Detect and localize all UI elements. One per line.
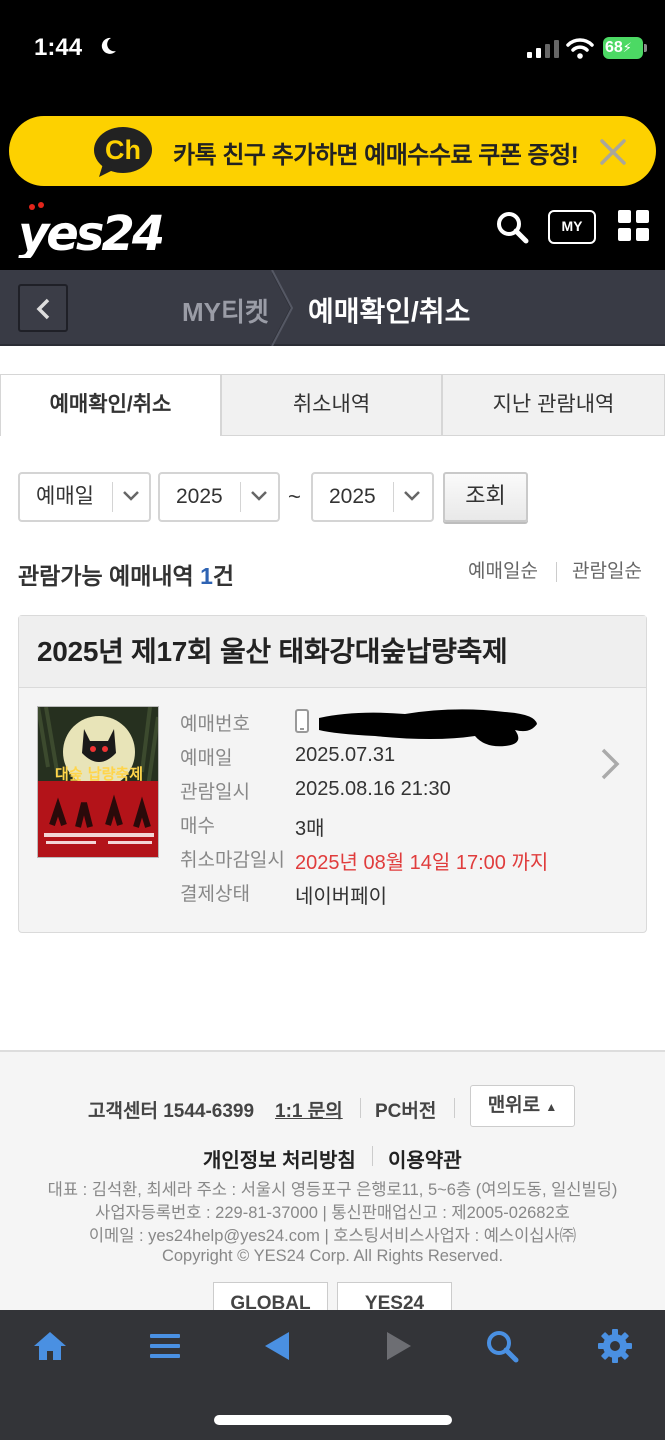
my-page-button[interactable]: MY bbox=[548, 210, 596, 244]
chevron-down-icon bbox=[123, 491, 139, 501]
back-arrow-icon[interactable] bbox=[259, 1328, 295, 1364]
moon-icon bbox=[101, 37, 116, 54]
kakao-banner-text: 카톡 친구 추가하면 예매수수료 쿠폰 증정! bbox=[173, 142, 579, 169]
sort-by-show[interactable]: 관람일순 bbox=[572, 556, 642, 583]
booking-date-value: 2025.07.31 bbox=[295, 744, 396, 766]
redaction-mark bbox=[319, 709, 537, 747]
tab-booking-check[interactable]: 예매확인/취소 bbox=[0, 374, 221, 436]
date-type-value: 예매일 bbox=[36, 485, 94, 508]
breadcrumb-separator bbox=[270, 270, 294, 346]
kakao-banner[interactable]: Ch 카톡 친구 추가하면 예매수수료 쿠폰 증정! bbox=[9, 116, 656, 186]
home-icon[interactable] bbox=[32, 1328, 68, 1364]
battery-tip bbox=[644, 44, 647, 52]
breadcrumb: MY티켓 예매확인/취소 bbox=[0, 270, 665, 346]
svg-text:Ch: Ch bbox=[105, 135, 141, 165]
year-to-select[interactable]: 2025 bbox=[311, 472, 434, 522]
booking-card[interactable]: 2025년 제17회 울산 태화강대숲납량축제 대숲 납량축제 예매번호 예매일… bbox=[18, 615, 647, 933]
mobile-ticket-icon bbox=[295, 709, 309, 733]
cancel-deadline-label: 취소마감일시 bbox=[180, 850, 285, 871]
tab-past-history[interactable]: 지난 관람내역 bbox=[442, 374, 665, 436]
show-datetime-label: 관람일시 bbox=[180, 782, 250, 803]
year-from-select[interactable]: 2025 bbox=[158, 472, 280, 522]
wifi-icon bbox=[566, 38, 594, 59]
site-header: Ch 카톡 친구 추가하면 예매수수료 쿠폰 증정! yes24 MY bbox=[0, 100, 665, 270]
ticket-count-value: 3매 bbox=[295, 818, 325, 840]
back-button[interactable] bbox=[18, 284, 68, 332]
settings-gear-icon[interactable] bbox=[597, 1328, 633, 1364]
booking-count: 관람가능 예매내역 1건 bbox=[18, 563, 235, 589]
year-from-value: 2025 bbox=[176, 485, 223, 508]
sort-by-booking[interactable]: 예매일순 bbox=[468, 556, 538, 583]
event-poster: 대숲 납량축제 bbox=[37, 706, 159, 858]
signal-icon bbox=[527, 40, 559, 58]
company-info-3: 이메일 : yes24help@yes24.com | 호스팅서비스사업자 : … bbox=[88, 1227, 577, 1245]
breadcrumb-parent[interactable]: MY티켓 bbox=[182, 292, 269, 329]
cancel-deadline-value: 2025년 08월 14일 17:00 까지 bbox=[295, 852, 549, 874]
yes24-button[interactable]: YES24 bbox=[337, 1282, 452, 1312]
year-to-value: 2025 bbox=[329, 485, 376, 508]
forward-arrow-icon[interactable] bbox=[381, 1328, 417, 1364]
company-info-2: 사업자등록번호 : 229-81-37000 | 통신판매업신고 : 제2005… bbox=[95, 1204, 570, 1222]
terms-link[interactable]: 이용약관 bbox=[388, 1144, 462, 1173]
chevron-left-icon bbox=[36, 298, 50, 320]
scroll-top-button[interactable]: 맨위로 ▲ bbox=[470, 1085, 575, 1127]
copyright: Copyright © YES24 Corp. All Rights Reser… bbox=[161, 1247, 504, 1265]
search-icon[interactable] bbox=[484, 1328, 520, 1364]
chevron-down-icon bbox=[404, 491, 420, 501]
home-indicator bbox=[214, 1415, 452, 1425]
kakao-channel-icon: Ch bbox=[94, 127, 152, 177]
svg-text:yes24: yes24 bbox=[18, 206, 162, 258]
privacy-policy-link[interactable]: 개인정보 처리방침 bbox=[203, 1144, 356, 1173]
tab-cancel-history[interactable]: 취소내역 bbox=[221, 374, 442, 436]
search-button[interactable]: 조회 bbox=[443, 472, 528, 522]
booking-number-label: 예매번호 bbox=[180, 714, 250, 735]
range-tilde: ~ bbox=[288, 484, 301, 509]
yes24-logo[interactable]: yes24 bbox=[16, 200, 162, 258]
close-icon[interactable] bbox=[599, 138, 627, 166]
customer-center[interactable]: 고객센터 1544-6399 bbox=[88, 1096, 254, 1123]
status-time: 1:44 bbox=[34, 34, 83, 61]
tab-bar: 예매확인/취소 취소내역 지난 관람내역 bbox=[0, 374, 665, 436]
global-button[interactable]: GLOBAL bbox=[213, 1282, 328, 1312]
date-type-select[interactable]: 예매일 bbox=[18, 472, 151, 522]
company-info-1: 대표 : 김석환, 최세라 주소 : 서울시 영등포구 은행로11, 5~6층 … bbox=[47, 1181, 618, 1199]
footer: 고객센터 1544-6399 1:1 문의 PC버전 맨위로 ▲ 개인정보 처리… bbox=[0, 1050, 665, 1312]
chevron-down-icon bbox=[251, 491, 267, 501]
chevron-right-icon[interactable] bbox=[599, 746, 623, 782]
breadcrumb-current: 예매확인/취소 bbox=[308, 296, 471, 327]
list-menu-icon[interactable] bbox=[147, 1328, 183, 1364]
pc-version-link[interactable]: PC버전 bbox=[375, 1096, 436, 1123]
booking-title: 2025년 제17회 울산 태화강대숲납량축제 bbox=[19, 616, 646, 688]
ticket-count-label: 매수 bbox=[180, 816, 215, 837]
menu-grid-icon[interactable] bbox=[618, 210, 650, 242]
search-icon[interactable] bbox=[495, 210, 529, 244]
svg-text:대숲 납량축제: 대숲 납량축제 bbox=[55, 765, 143, 783]
battery-indicator: 68⚡ bbox=[603, 37, 643, 59]
booking-date-label: 예매일 bbox=[180, 748, 233, 769]
payment-status-value: 네이버페이 bbox=[295, 886, 387, 908]
payment-status-label: 결제상태 bbox=[180, 884, 250, 905]
inquiry-link[interactable]: 1:1 문의 bbox=[275, 1096, 343, 1123]
show-datetime-value: 2025.08.16 21:30 bbox=[295, 778, 451, 800]
status-bar: 1:44 68⚡ bbox=[0, 0, 665, 100]
